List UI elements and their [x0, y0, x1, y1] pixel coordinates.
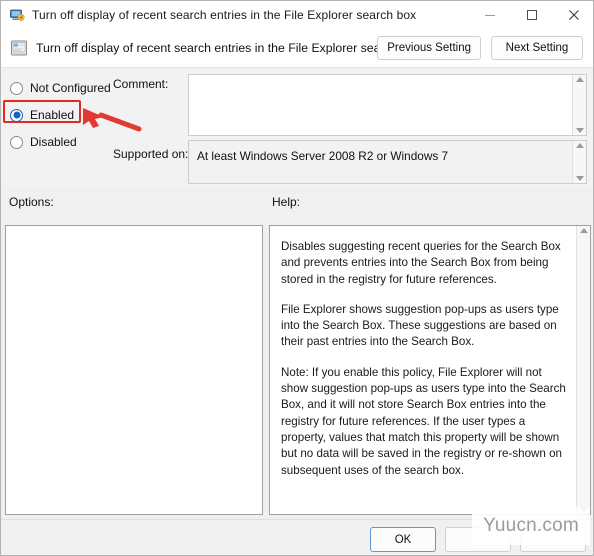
help-paragraph: Disables suggesting recent queries for t… [281, 240, 561, 286]
policy-setting-icon [9, 7, 25, 23]
comment-scrollbar[interactable] [572, 75, 586, 135]
state-radio-group: Not Configured Enabled Disabled [8, 77, 198, 158]
options-label: Options: [9, 195, 54, 209]
comment-label: Comment: [113, 77, 169, 91]
radio-mark-selected-icon [10, 108, 23, 122]
scroll-down-icon[interactable] [575, 176, 584, 181]
window-controls [469, 1, 593, 29]
radio-mark-icon [10, 135, 23, 149]
ok-button[interactable]: OK [370, 527, 436, 552]
title-bar: Turn off display of recent search entrie… [1, 1, 593, 29]
radio-enabled[interactable]: Enabled [8, 104, 198, 126]
help-label: Help: [272, 195, 301, 209]
help-paragraph: File Explorer shows suggestion pop-ups a… [281, 302, 559, 349]
setting-header: Turn off display of recent search entrie… [1, 29, 593, 67]
setting-nav-buttons: Previous Setting Next Setting [377, 36, 583, 60]
minimize-icon[interactable] [469, 1, 511, 29]
radio-mark-icon [10, 81, 23, 95]
comment-input[interactable] [189, 75, 572, 135]
radio-not-configured[interactable]: Not Configured [8, 77, 198, 99]
watermark-overlay: Yuucn.com [472, 507, 590, 545]
scroll-down-icon[interactable] [575, 128, 584, 133]
options-panel[interactable] [5, 225, 263, 515]
help-text: Disables suggesting recent queries for t… [270, 226, 576, 514]
setting-title: Turn off display of recent search entrie… [36, 41, 421, 55]
previous-setting-button[interactable]: Previous Setting [377, 36, 481, 60]
close-icon[interactable] [553, 1, 593, 29]
scroll-up-icon[interactable] [579, 228, 588, 233]
watermark-text: Yuucn.com [483, 515, 579, 536]
radio-label-not-configured: Not Configured [30, 81, 111, 95]
radio-label-disabled: Disabled [30, 135, 77, 149]
comment-field[interactable] [188, 74, 587, 136]
supported-scrollbar[interactable] [572, 141, 586, 183]
next-setting-button[interactable]: Next Setting [491, 36, 583, 60]
supported-on-label: Supported on: [113, 147, 189, 161]
supported-on-field: At least Windows Server 2008 R2 or Windo… [188, 140, 587, 184]
help-panel: Disables suggesting recent queries for t… [269, 225, 591, 515]
scroll-up-icon[interactable] [575, 77, 584, 82]
maximize-icon[interactable] [511, 1, 553, 29]
supported-on-value: At least Windows Server 2008 R2 or Windo… [197, 149, 449, 163]
help-paragraph: Note: If you enable this policy, File Ex… [281, 365, 566, 477]
scroll-up-icon[interactable] [575, 143, 584, 148]
setting-state-area: Not Configured Enabled Disabled Comment:… [1, 67, 593, 187]
window-title: Turn off display of recent search entrie… [32, 8, 417, 22]
help-scrollbar[interactable] [576, 226, 590, 514]
policy-document-icon [10, 39, 28, 57]
gpo-setting-window: Turn off display of recent search entrie… [0, 0, 594, 556]
radio-label-enabled: Enabled [30, 108, 75, 122]
